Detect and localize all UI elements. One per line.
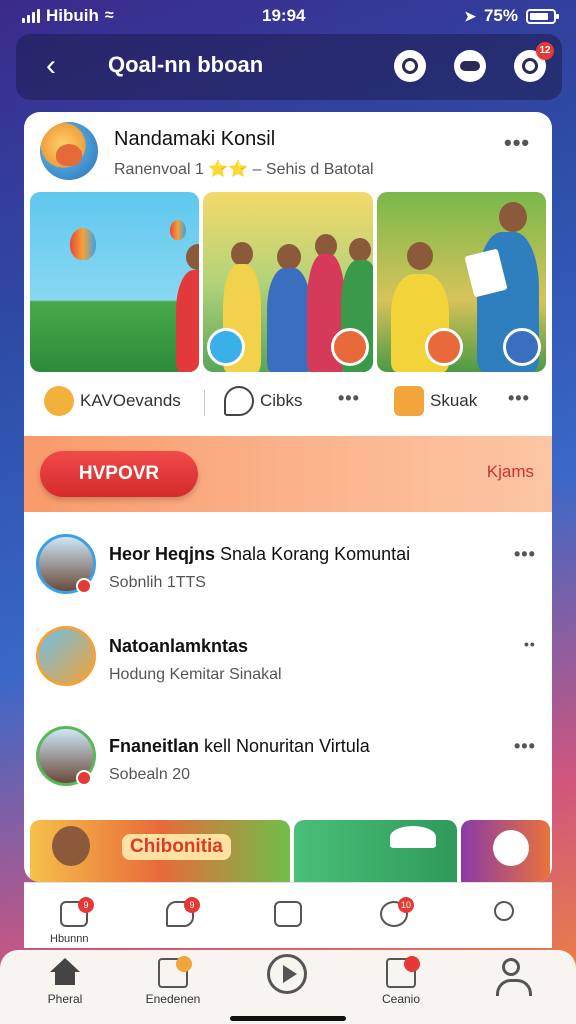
media-tag: Chibonitia — [122, 834, 231, 860]
item-title: Fnaneitlan kell Nonuritan Virtula — [109, 736, 370, 756]
more-options-icon[interactable]: •• — [524, 636, 536, 652]
nav-home[interactable]: Pheral — [20, 958, 110, 1006]
tab-badge: 9 — [78, 897, 94, 913]
fox-icon — [424, 328, 463, 366]
promo-button[interactable]: HVPOVR — [40, 451, 198, 497]
carrier-label: Hibuih — [46, 6, 99, 25]
message-icon — [274, 901, 302, 927]
nav-entertainment[interactable]: Enedenen — [128, 956, 218, 1006]
home-indicator[interactable] — [230, 1016, 346, 1021]
tab-messages[interactable] — [268, 895, 308, 935]
tab-badge: 9 — [184, 897, 200, 913]
page-title: Qoal-nn bboan — [108, 52, 264, 77]
promo-banner: HVPOVR Kjams — [24, 436, 552, 512]
photo-gallery — [30, 192, 546, 372]
user-icon — [494, 901, 514, 921]
clock: 19:94 — [262, 6, 306, 25]
divider — [204, 390, 205, 416]
battery-icon — [526, 8, 559, 24]
nav-play[interactable] — [242, 954, 332, 994]
bird-icon — [502, 328, 541, 366]
avatar[interactable] — [40, 122, 98, 180]
media-thumbnail[interactable] — [293, 820, 457, 882]
media-strip: Chibonitia — [30, 820, 550, 882]
item-subtitle: Hodung Kemitar Sinakal — [109, 666, 282, 683]
more-options-icon[interactable]: ••• — [508, 388, 530, 409]
item-title: Heor Heqjns Snala Korang Komuntai — [109, 544, 411, 564]
timer-icon — [522, 58, 538, 74]
avatar[interactable] — [36, 626, 96, 686]
balloon-icon — [170, 220, 186, 240]
tab-profile[interactable] — [484, 895, 524, 935]
tab-badge: 10 — [398, 897, 414, 913]
share-icon — [394, 386, 424, 416]
status-bar: Hibuih ≈ 19:94 ➤ 75% — [0, 0, 576, 34]
tab-feed[interactable]: 9 — [54, 895, 94, 935]
more-options-icon[interactable]: ••• — [504, 130, 530, 156]
tab-label: Hbunnn — [50, 933, 89, 945]
item-title: Natoanlamkntas — [109, 636, 249, 656]
promo-link[interactable]: Kjams — [487, 462, 534, 482]
gallery-photo[interactable] — [376, 192, 546, 372]
post-subtitle: Ranenvoal 1 ⭐⭐ – Sehis d Batotal — [114, 161, 374, 178]
hat-icon — [389, 826, 436, 848]
reaction-button[interactable]: KAVOevands — [44, 386, 181, 416]
wifi-icon: ≈ — [104, 7, 114, 24]
app-header: ‹ Qoal-nn bboan 12 — [16, 34, 562, 100]
share-button[interactable]: Skuak — [394, 386, 477, 416]
balloon-icon — [70, 228, 96, 260]
nav-label: Ceanio — [381, 992, 421, 1006]
gallery-photo[interactable] — [30, 192, 200, 372]
list-item[interactable]: Fnaneitlan kell Nonuritan Virtula Sobeal… — [24, 718, 552, 814]
item-subtitle: Sobealn 20 — [109, 766, 190, 783]
post-header: Nandamaki Konsil Ranenvoal 1 ⭐⭐ – Sehis … — [24, 112, 552, 192]
nav-channel[interactable]: Ceanio — [356, 956, 446, 1006]
online-indicator — [76, 770, 92, 786]
film-icon — [158, 956, 192, 988]
camera-button[interactable] — [394, 50, 426, 82]
camera-icon — [402, 58, 418, 74]
user-icon — [496, 958, 532, 996]
play-icon — [267, 954, 307, 994]
home-icon — [50, 958, 80, 988]
emoji-icon — [44, 386, 74, 416]
post-author-name[interactable]: Nandamaki Konsil — [114, 128, 275, 151]
more-options-icon[interactable]: ••• — [514, 544, 536, 565]
list-item[interactable]: Heor Heqjns Snala Korang Komuntai Sobnli… — [24, 526, 552, 622]
tab-chat[interactable]: 9 — [160, 895, 200, 935]
share-button[interactable] — [492, 830, 529, 866]
location-icon: ➤ — [464, 7, 476, 24]
online-indicator — [76, 578, 92, 594]
signal-icon — [22, 9, 40, 23]
bottom-nav: Pheral Enedenen Ceanio — [0, 950, 576, 1024]
inner-tab-bar: 9 Hbunnn 9 10 — [24, 882, 552, 948]
tab-likes[interactable]: 10 — [374, 895, 414, 935]
main-card: Nandamaki Konsil Ranenvoal 1 ⭐⭐ – Sehis … — [24, 112, 552, 882]
nav-label: Pheral — [47, 992, 83, 1006]
post-actions: KAVOevands Cibks ••• Skuak ••• — [24, 380, 552, 430]
comment-button[interactable]: Cibks — [224, 386, 303, 416]
game-button[interactable] — [454, 50, 486, 82]
chat-icon — [386, 956, 420, 988]
notification-badge: 12 — [536, 42, 554, 60]
gallery-photo[interactable] — [203, 192, 373, 372]
item-subtitle: Sobnlih 1TTS — [109, 574, 206, 591]
comment-label: Cibks — [260, 391, 303, 410]
more-options-icon[interactable]: ••• — [338, 388, 360, 409]
nav-label: Enedenen — [145, 992, 201, 1006]
more-options-icon[interactable]: ••• — [514, 736, 536, 757]
comment-icon — [224, 386, 254, 416]
gamepad-icon — [460, 61, 480, 71]
notification-button[interactable]: 12 — [514, 42, 554, 82]
reaction-label: KAVOevands — [80, 391, 181, 410]
list-item[interactable]: Natoanlamkntas Hodung Kemitar Sinakal •• — [24, 618, 552, 714]
nav-profile[interactable] — [466, 958, 556, 996]
battery-percent: 75% — [483, 6, 518, 25]
share-label: Skuak — [430, 391, 478, 410]
back-button[interactable]: ‹ — [36, 48, 66, 84]
media-thumbnail[interactable] — [460, 820, 550, 882]
media-thumbnail[interactable]: Chibonitia — [30, 820, 290, 882]
